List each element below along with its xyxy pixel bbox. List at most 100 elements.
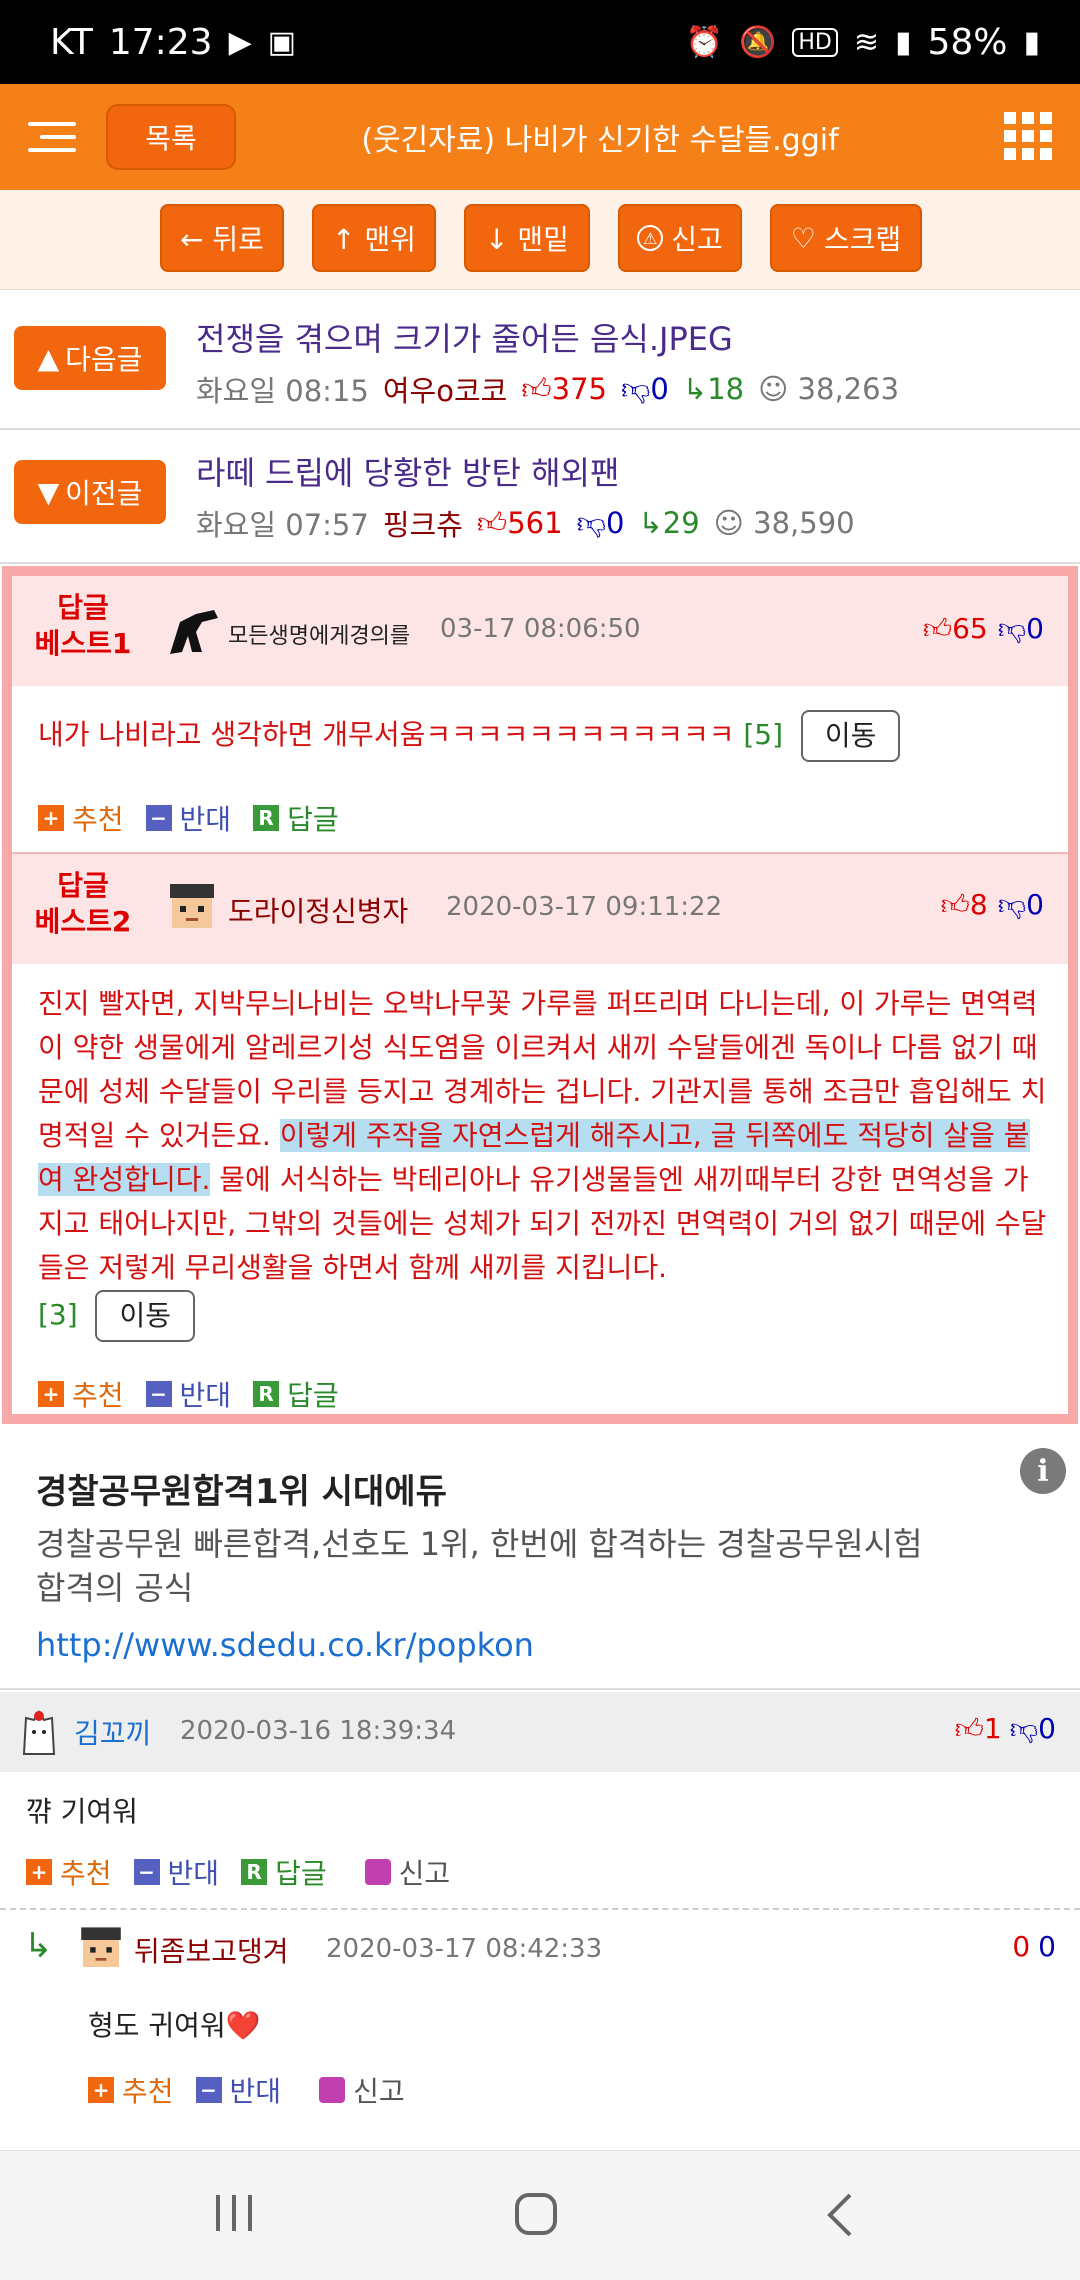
thumbs-down-icon[interactable]: 👎︎ xyxy=(998,888,1026,921)
carrier-label: KT xyxy=(50,22,93,63)
ad-banner[interactable]: 경찰공무원합격1위 시대에듀 경찰공무원 빠른합격,선호도 1위, 한번에 합격… xyxy=(0,1434,1080,1690)
bottom-button[interactable]: ↓ 맨밑 xyxy=(464,204,590,272)
reply-button[interactable]: R 답글 xyxy=(253,1374,339,1414)
post-day: 화요일 08:15 xyxy=(196,374,369,408)
avatar[interactable] xyxy=(162,602,222,658)
top-bar: 목록 (웃긴자료) 나비가 신기한 수달들.ggif xyxy=(0,84,1080,190)
down-triangle-icon: ▼ xyxy=(37,475,60,509)
prev-post-button[interactable]: ▼ 이전글 xyxy=(14,460,166,524)
oppose-button[interactable]: − 반대 xyxy=(145,1374,232,1414)
comment-votes: 0 0 xyxy=(1012,1930,1056,1963)
next-post-button[interactable]: ▲ 다음글 xyxy=(14,326,166,390)
thumbs-down-icon: 👎︎ xyxy=(620,371,651,406)
reply-arrow-icon: ↳ xyxy=(638,506,663,540)
avatar[interactable] xyxy=(74,1922,128,1976)
report-comment-button[interactable]: 신고 xyxy=(319,2070,405,2110)
best-reply-header: 답글 베스트2 도라이정신병자 2020-03-17 09:11:22 👍︎8 … xyxy=(12,854,1068,964)
recommend-button[interactable]: + 추천 xyxy=(38,798,124,838)
reply-arrow-icon: ↳ xyxy=(682,372,708,406)
minus-icon: − xyxy=(145,1381,172,1407)
move-button[interactable]: 이동 xyxy=(800,710,901,762)
minus-icon: − xyxy=(195,2077,222,2103)
best-reply-actions: + 추천 − 반대 R 답글 xyxy=(38,1374,339,1414)
thumbs-up-icon: 👍︎ xyxy=(521,371,552,406)
info-icon[interactable]: i xyxy=(1020,1448,1066,1494)
signal-icon: ▮ xyxy=(894,25,912,60)
comment-author[interactable]: 김꼬끼 xyxy=(74,1712,151,1752)
top-button[interactable]: ↑ 맨위 xyxy=(312,204,436,272)
view-count: 38,590 xyxy=(753,506,855,540)
thumbs-up-icon: 👍︎ xyxy=(476,505,508,540)
report-label: 신고 xyxy=(353,2075,405,2108)
minus-icon: − xyxy=(133,1859,160,1885)
report-label: 신고 xyxy=(398,1857,451,1890)
next-post-label: 다음글 xyxy=(65,343,143,376)
avatar[interactable] xyxy=(162,880,222,936)
reply-button[interactable]: R 답글 xyxy=(241,1852,327,1892)
recent-apps-icon[interactable] xyxy=(210,2191,260,2235)
prev-post-title[interactable]: 라떼 드립에 당황한 방탄 해외팬 xyxy=(196,448,619,494)
thumbs-down-icon[interactable]: 👎︎ xyxy=(998,612,1026,645)
scrap-label: 스크랩 xyxy=(823,223,902,256)
oppose-label: 반대 xyxy=(229,2075,282,2108)
oppose-button[interactable]: − 반대 xyxy=(133,1852,219,1892)
best-reply-body: 내가 나비라고 생각하면 개무서움ㅋㅋㅋㅋㅋㅋㅋㅋㅋㅋㅋㅋ [5] 이동 xyxy=(38,710,1048,762)
ad-description[interactable]: 경찰공무원 빠른합격,선호도 1위, 한번에 합격하는 경찰공무원시험 합격의 … xyxy=(36,1522,936,1610)
thumbs-up-icon[interactable]: 👍︎ xyxy=(955,1712,984,1745)
report-button[interactable]: ⚠ 신고 xyxy=(618,204,742,272)
comment-header: 김꼬끼 2020-03-16 18:39:34 👍︎1 👎︎0 xyxy=(0,1692,1080,1772)
post-author[interactable]: 핑크츄 xyxy=(383,502,463,544)
menu-icon[interactable] xyxy=(28,122,76,152)
scrap-button[interactable]: ♡ 스크랩 xyxy=(770,204,922,272)
reply-arrow-icon: ↳ xyxy=(24,1926,53,1966)
best-label: 답글 베스트2 xyxy=(28,868,138,940)
siren-icon xyxy=(319,2077,346,2103)
recommend-button[interactable]: + 추천 xyxy=(38,1374,124,1414)
thumbs-up-icon[interactable]: 👍︎ xyxy=(941,888,970,921)
back-icon[interactable] xyxy=(820,2191,860,2239)
reply-button[interactable]: R 답글 xyxy=(253,798,339,838)
avatar[interactable] xyxy=(14,1708,64,1758)
next-post-row[interactable]: ▲ 다음글 전쟁을 겪으며 크기가 줄어든 음식.JPEG 화요일 08:15 … xyxy=(0,296,1080,430)
prev-post-row[interactable]: ▼ 이전글 라떼 드립에 당황한 방탄 해외팬 화요일 07:57 핑크츄 👍︎… xyxy=(0,430,1080,564)
best-votes: 👍︎65 👎︎0 xyxy=(923,612,1044,646)
heart-icon: ♡ xyxy=(790,221,816,255)
thumbs-down-icon[interactable]: 👎︎ xyxy=(1010,1712,1038,1745)
oppose-label: 반대 xyxy=(179,1379,232,1412)
best-reply-body: 진지 빨자면, 지박무늬나비는 오박나무꽃 가루를 퍼뜨리며 다니는데, 이 가… xyxy=(38,982,1048,1342)
recommend-button[interactable]: + 추천 xyxy=(88,2070,174,2110)
comment-author[interactable]: 뒤좀보고댕겨 xyxy=(134,1930,289,1970)
reply-count: 18 xyxy=(707,372,745,406)
view-count: 38,263 xyxy=(797,372,900,406)
oppose-button[interactable]: − 반대 xyxy=(145,798,231,838)
ad-title[interactable]: 경찰공무원합격1위 시대에듀 xyxy=(36,1464,447,1513)
ad-url[interactable]: http://www.sdedu.co.kr/popkon xyxy=(36,1626,534,1664)
wifi-icon: ≋ xyxy=(853,25,879,60)
report-label: 신고 xyxy=(671,223,723,256)
list-button[interactable]: 목록 xyxy=(106,104,236,170)
next-post-meta: 화요일 08:15 여우o코코 👍︎375 👎︎0 ↳18 ☺ 38,263 xyxy=(196,368,899,410)
plus-icon: + xyxy=(26,1859,52,1885)
best-date: 03-17 08:06:50 xyxy=(440,614,641,644)
reply-count: 29 xyxy=(662,506,700,540)
move-button[interactable]: 이동 xyxy=(95,1290,196,1342)
recommend-label: 추천 xyxy=(122,2075,174,2108)
recommend-button[interactable]: + 추천 xyxy=(26,1852,112,1892)
oppose-button[interactable]: − 반대 xyxy=(195,2070,282,2110)
post-author[interactable]: 여우o코코 xyxy=(383,368,507,410)
siren-icon xyxy=(364,1859,391,1885)
best-votes: 👍︎8 👎︎0 xyxy=(941,888,1044,922)
action-bar: ← 뒤로 ↑ 맨위 ↓ 맨밑 ⚠ 신고 ♡ 스크랩 xyxy=(0,190,1080,290)
best-date: 2020-03-17 09:11:22 xyxy=(446,892,723,922)
home-icon[interactable] xyxy=(512,2191,562,2239)
thumbs-up-icon[interactable]: 👍︎ xyxy=(923,612,952,645)
apps-grid-icon[interactable] xyxy=(1004,112,1052,160)
report-comment-button[interactable]: 신고 xyxy=(364,1852,451,1892)
views-icon: ☺ xyxy=(758,372,789,406)
back-button[interactable]: ← 뒤로 xyxy=(160,204,284,272)
next-post-title[interactable]: 전쟁을 겪으며 크기가 줄어든 음식.JPEG xyxy=(196,314,733,360)
system-navigation-bar xyxy=(0,2150,1080,2280)
best-author[interactable]: 도라이정신병자 xyxy=(228,890,408,930)
media-play-icon: ▶ xyxy=(228,25,252,60)
best-author[interactable]: 모든생명에게경의를 xyxy=(228,618,410,650)
